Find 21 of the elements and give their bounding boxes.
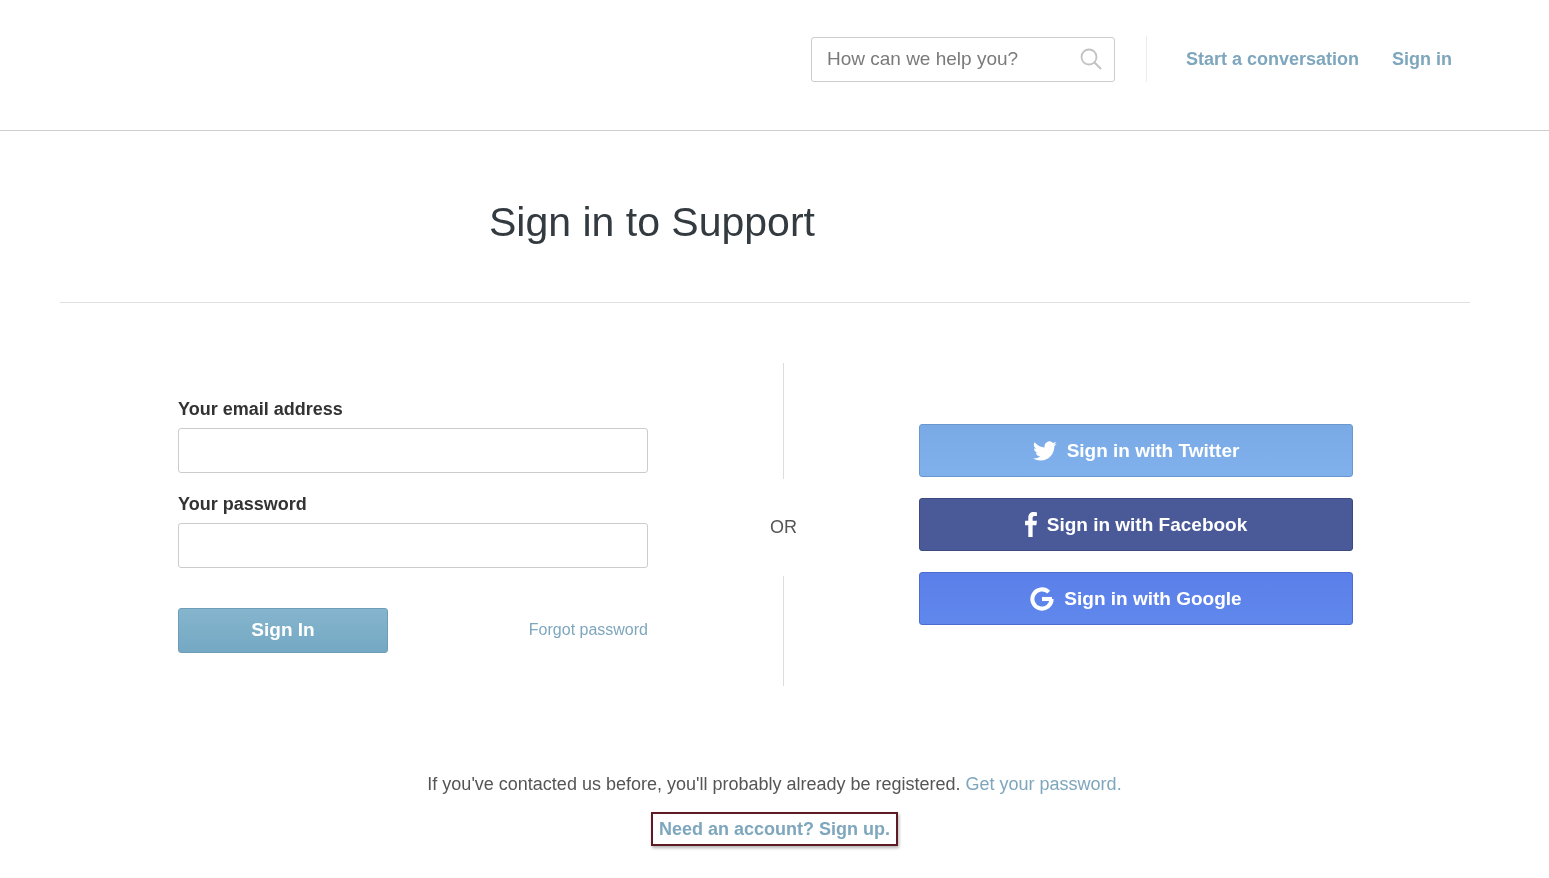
field-label: Your password <box>178 492 307 516</box>
social-sign-in-button[interactable]: Sign in with Facebook <box>919 498 1353 551</box>
sign-up-link[interactable]: Need an account? Sign up. <box>651 812 898 846</box>
search-field[interactable]: How can we help you? <box>810 36 1115 82</box>
social-sign-in-button[interactable]: Sign in with Google <box>919 572 1353 625</box>
get-password-link[interactable]: Get your password. <box>965 774 1122 794</box>
facebook-f-icon <box>1024 512 1037 537</box>
forgot-password-link[interactable]: Forgot password <box>528 621 648 639</box>
or-divider-text: OR <box>770 516 797 539</box>
nav-link[interactable]: Sign in <box>1392 48 1452 70</box>
nav-link[interactable]: Start a conversation <box>1185 48 1359 70</box>
sign-in-button[interactable]: Sign In <box>178 607 388 653</box>
google-g-icon <box>1030 586 1055 611</box>
page-title: Sign in to Support <box>489 198 815 247</box>
bird-icon <box>1032 440 1057 461</box>
registration-note: If you've contacted us before, you'll probably already be registered. Get your password. <box>427 773 1122 796</box>
search-icon <box>1079 47 1102 70</box>
field-label: Your email address <box>178 397 343 421</box>
input-field[interactable] <box>178 522 648 568</box>
input-field[interactable] <box>178 427 648 473</box>
social-sign-in-button[interactable]: Sign in with Twitter <box>919 424 1353 477</box>
